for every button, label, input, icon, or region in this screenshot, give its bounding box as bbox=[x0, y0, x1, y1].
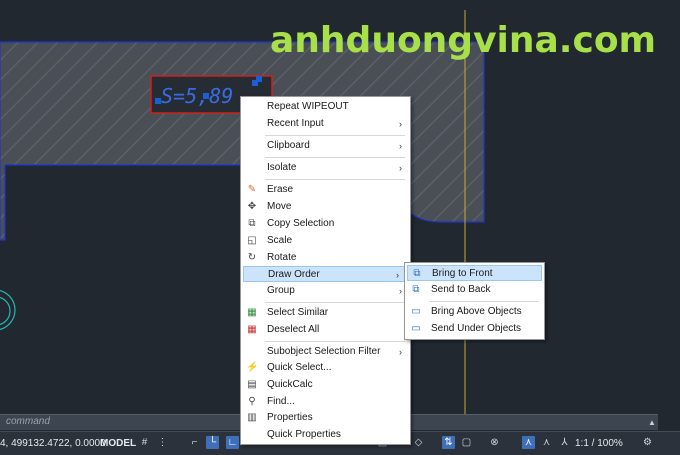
menu-item-select-similar[interactable]: ▦ Select Similar bbox=[243, 305, 408, 321]
bring-above-icon: ▭ bbox=[411, 306, 421, 317]
menu-item-bring-to-front[interactable]: ⧉ Bring to Front bbox=[407, 265, 542, 281]
infer-constraints-icon[interactable]: ⌐ bbox=[188, 436, 201, 449]
ortho-icon[interactable]: └ bbox=[206, 436, 219, 449]
menu-item-subobject-filter[interactable]: Subobject Selection Filter › bbox=[243, 344, 408, 360]
chevron-right-icon: › bbox=[399, 119, 402, 129]
dimension-text[interactable]: S=5,89 bbox=[161, 84, 233, 108]
coordinate-readout: 4, 499132.4722, 0.0000 bbox=[0, 438, 106, 449]
chevron-right-icon: › bbox=[399, 347, 402, 357]
menu-item-erase[interactable]: ✎ Erase bbox=[243, 182, 408, 198]
rotate-icon: ↻ bbox=[247, 252, 257, 263]
menu-item-deselect-all[interactable]: ▦ Deselect All bbox=[243, 322, 408, 338]
dynamic-ucs-icon[interactable]: ⇅ bbox=[442, 436, 455, 449]
find-icon: ⚲ bbox=[248, 396, 256, 407]
3d-osnap-icon[interactable]: ◇ bbox=[412, 436, 425, 449]
deselect-icon: ▦ bbox=[247, 324, 257, 335]
menu-item-find[interactable]: ⚲ Find... bbox=[243, 394, 408, 410]
menu-item-quick-properties[interactable]: Quick Properties bbox=[243, 427, 408, 443]
menu-item-rotate[interactable]: ↻ Rotate bbox=[243, 250, 408, 266]
draw-order-submenu: ⧉ Bring to Front ⧉ Send to Back ▭ Bring … bbox=[404, 262, 545, 340]
menu-item-group[interactable]: Group › bbox=[243, 283, 408, 299]
move-icon: ✥ bbox=[247, 201, 257, 212]
menu-item-properties[interactable]: ▥ Properties bbox=[243, 410, 408, 426]
menu-item-recent-input[interactable]: Recent Input › bbox=[243, 116, 408, 132]
chevron-right-icon: › bbox=[399, 141, 402, 151]
menu-item-send-under[interactable]: ▭ Send Under Objects bbox=[407, 321, 542, 337]
bring-to-front-icon: ⧉ bbox=[413, 268, 421, 279]
annotation-scale-icon[interactable]: ⅄ bbox=[558, 436, 571, 449]
polar-icon[interactable]: ∟ bbox=[226, 436, 239, 449]
command-placeholder: command bbox=[6, 416, 50, 427]
grid-icon[interactable]: # bbox=[138, 436, 151, 449]
send-under-icon: ▭ bbox=[411, 323, 421, 334]
snap-icon[interactable]: ⋮ bbox=[156, 436, 169, 449]
menu-item-quick-select[interactable]: ⚡ Quick Select... bbox=[243, 360, 408, 376]
menu-item-quickcalc[interactable]: ▤ QuickCalc bbox=[243, 377, 408, 393]
chevron-right-icon: › bbox=[396, 270, 399, 280]
chevron-right-icon: › bbox=[399, 163, 402, 173]
menu-item-send-to-back[interactable]: ⧉ Send to Back bbox=[407, 282, 542, 298]
menu-item-bring-above[interactable]: ▭ Bring Above Objects bbox=[407, 304, 542, 320]
menu-item-isolate[interactable]: Isolate › bbox=[243, 160, 408, 176]
calculator-icon: ▤ bbox=[247, 379, 257, 390]
menu-item-repeat-wipeout[interactable]: Repeat WIPEOUT bbox=[243, 99, 408, 115]
copy-icon: ⧉ bbox=[248, 218, 256, 229]
menu-item-clipboard[interactable]: Clipboard › bbox=[243, 138, 408, 154]
annotation-scale[interactable]: 1:1 / 100% bbox=[575, 438, 623, 449]
scroll-up-icon[interactable]: ▲ bbox=[648, 418, 656, 427]
menu-item-scale[interactable]: ◱ Scale bbox=[243, 233, 408, 249]
selection-filter-icon[interactable]: ▢ bbox=[460, 436, 473, 449]
gizmo-icon[interactable]: ⊗ bbox=[488, 436, 501, 449]
send-to-back-icon: ⧉ bbox=[412, 284, 420, 295]
menu-item-move[interactable]: ✥ Move bbox=[243, 199, 408, 215]
properties-icon: ▥ bbox=[247, 412, 257, 423]
scale-icon: ◱ bbox=[247, 235, 257, 246]
grip-handle bbox=[256, 76, 262, 82]
annotation-visibility-icon[interactable]: ⋏ bbox=[522, 436, 535, 449]
watermark: anhduongvina.com bbox=[270, 20, 657, 61]
model-space-button[interactable]: MODEL bbox=[100, 438, 136, 449]
menu-item-draw-order[interactable]: Draw Order › bbox=[243, 266, 406, 282]
auto-scale-icon[interactable]: ⋏ bbox=[540, 436, 553, 449]
gear-icon[interactable]: ⚙ bbox=[641, 436, 654, 449]
context-menu: Repeat WIPEOUT Recent Input › Clipboard › … bbox=[240, 96, 411, 445]
chevron-right-icon: › bbox=[399, 286, 402, 296]
eraser-icon: ✎ bbox=[247, 184, 257, 195]
menu-item-copy-selection[interactable]: ⧉ Copy Selection bbox=[243, 216, 408, 232]
select-similar-icon: ▦ bbox=[247, 307, 257, 318]
quick-select-icon: ⚡ bbox=[246, 362, 259, 373]
